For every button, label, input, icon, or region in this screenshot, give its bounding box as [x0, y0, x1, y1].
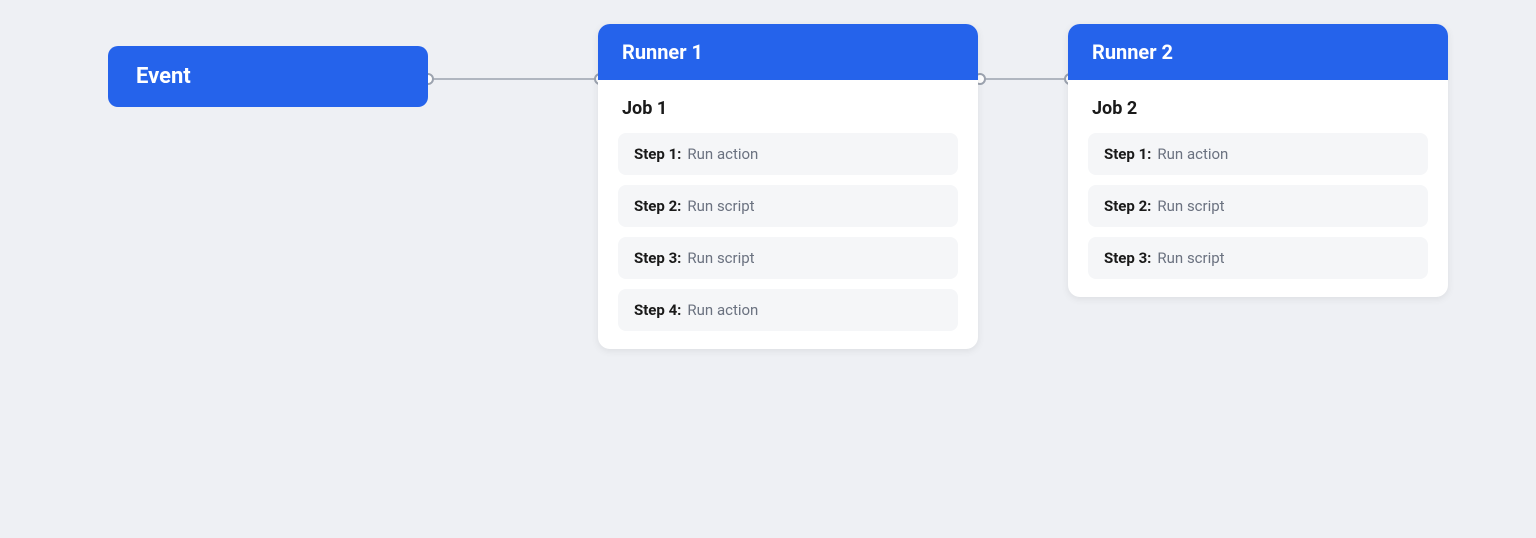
step-action: Run script — [1157, 197, 1224, 215]
step-label: Step 2: — [1104, 197, 1151, 215]
runner-1-job-title: Job 1 — [618, 98, 958, 119]
runner-2-step-2: Step 2: Run script — [1088, 185, 1428, 227]
event-label: Event — [136, 64, 191, 89]
step-action: Run action — [1157, 145, 1228, 163]
runner-1-header: Runner 1 — [598, 24, 978, 80]
step-label: Step 1: — [1104, 145, 1151, 163]
step-action: Run action — [687, 301, 758, 319]
runner-1-step-3: Step 3: Run script — [618, 237, 958, 279]
runner-1-step-1: Step 1: Run action — [618, 133, 958, 175]
step-label: Step 3: — [1104, 249, 1151, 267]
step-action: Run script — [687, 197, 754, 215]
step-label: Step 1: — [634, 145, 681, 163]
runner-1-step-2: Step 2: Run script — [618, 185, 958, 227]
runner-1-body: Job 1 Step 1: Run action Step 2: Run scr… — [598, 80, 978, 349]
step-label: Step 4: — [634, 301, 681, 319]
step-label: Step 3: — [634, 249, 681, 267]
runner-1-card: Runner 1 Job 1 Step 1: Run action Step 2… — [598, 24, 978, 349]
step-action: Run script — [687, 249, 754, 267]
runner-1-node: Runner 1 Job 1 Step 1: Run action Step 2… — [598, 24, 978, 349]
event-header: Event — [108, 46, 428, 107]
runner-2-job-title: Job 2 — [1088, 98, 1428, 119]
step-action: Run script — [1157, 249, 1224, 267]
runner-2-header: Runner 2 — [1068, 24, 1448, 80]
step-label: Step 2: — [634, 197, 681, 215]
workflow-canvas: Event Runner 1 Job 1 Step 1: Run action … — [68, 24, 1468, 514]
runner-2-title: Runner 2 — [1092, 40, 1173, 64]
runner-1-title: Runner 1 — [622, 40, 703, 64]
runner-1-step-4: Step 4: Run action — [618, 289, 958, 331]
runner-2-step-1: Step 1: Run action — [1088, 133, 1428, 175]
runner-2-step-3: Step 3: Run script — [1088, 237, 1428, 279]
runner-2-node: Runner 2 Job 2 Step 1: Run action Step 2… — [1068, 24, 1448, 297]
runner-2-body: Job 2 Step 1: Run action Step 2: Run scr… — [1068, 80, 1448, 297]
runner-2-card: Runner 2 Job 2 Step 1: Run action Step 2… — [1068, 24, 1448, 297]
step-action: Run action — [687, 145, 758, 163]
event-node: Event — [108, 46, 428, 107]
